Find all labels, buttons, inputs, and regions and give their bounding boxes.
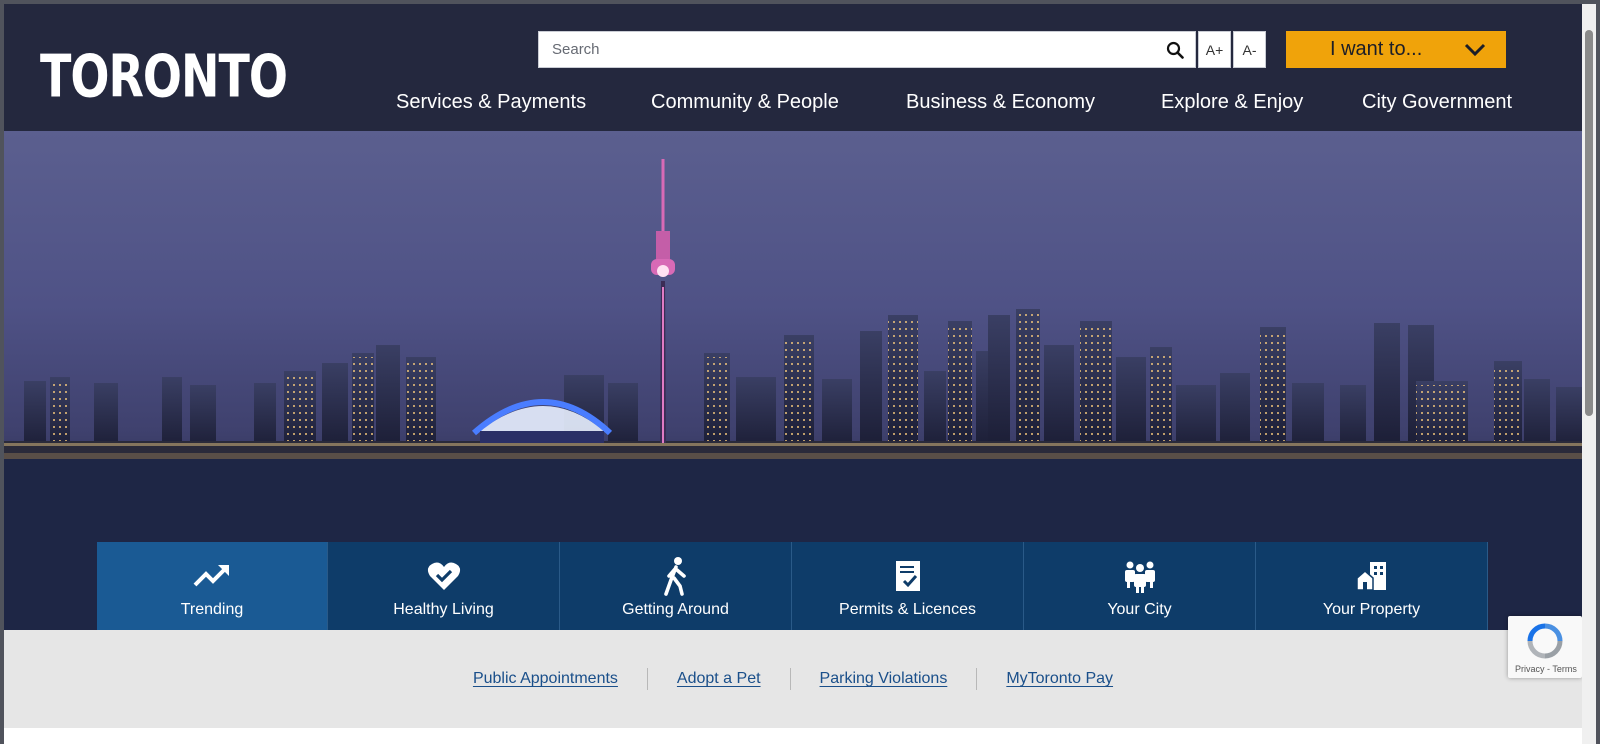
site-header: TORONTO A+ A- I want to... Services & Pa…	[4, 4, 1582, 131]
chevron-down-icon	[1464, 43, 1486, 57]
tab-label: Healthy Living	[393, 601, 494, 618]
tab-your-city[interactable]: Your City	[1024, 542, 1256, 630]
nav-city-government[interactable]: City Government	[1362, 84, 1512, 120]
tab-label: Getting Around	[622, 601, 729, 618]
scrollbar[interactable]	[1582, 4, 1596, 744]
recaptcha-badge[interactable]: Privacy - Terms	[1508, 616, 1582, 678]
tab-your-property[interactable]: Your Property	[1256, 542, 1488, 630]
house-building-icon	[1355, 556, 1388, 596]
tab-permits-licences[interactable]: Permits & Licences	[792, 542, 1024, 630]
quick-links-bar: Public Appointments Adopt a Pet Parking …	[4, 630, 1582, 728]
page-content	[4, 728, 1582, 744]
trending-icon	[193, 556, 231, 596]
quick-link-adopt-a-pet[interactable]: Adopt a Pet	[648, 670, 790, 688]
quick-link-mytoronto-pay[interactable]: MyToronto Pay	[977, 670, 1142, 688]
i-want-to-label: I want to...	[1330, 38, 1423, 60]
tab-label: Your City	[1107, 601, 1172, 618]
search-icon	[1166, 41, 1184, 59]
quick-links: Public Appointments Adopt a Pet Parking …	[4, 668, 1582, 690]
heart-check-icon	[427, 556, 461, 596]
search-input[interactable]	[539, 32, 1139, 67]
font-decrease-button[interactable]: A-	[1233, 31, 1266, 68]
recaptcha-terms[interactable]: Privacy - Terms	[1515, 664, 1577, 674]
tab-label: Permits & Licences	[839, 601, 976, 618]
nav-business-economy[interactable]: Business & Economy	[906, 84, 1095, 120]
tab-trending[interactable]: Trending	[97, 542, 328, 642]
i-want-to-button[interactable]: I want to...	[1286, 31, 1506, 68]
clipboard-check-icon	[895, 556, 921, 596]
tab-healthy-living[interactable]: Healthy Living	[328, 542, 560, 630]
quick-link-public-appointments[interactable]: Public Appointments	[444, 670, 647, 688]
font-increase-button[interactable]: A+	[1198, 31, 1231, 68]
tab-label: Your Property	[1322, 601, 1421, 618]
tab-label: Trending	[180, 601, 244, 618]
recaptcha-icon	[1527, 623, 1563, 659]
people-group-icon	[1123, 556, 1157, 596]
search-box	[538, 31, 1196, 68]
nav-explore-enjoy[interactable]: Explore & Enjoy	[1161, 84, 1303, 120]
walking-person-icon	[662, 556, 690, 596]
main-nav: Services & Payments Community & People B…	[4, 84, 1582, 120]
nav-services-payments[interactable]: Services & Payments	[396, 84, 586, 120]
category-tabs: Trending Healthy Living Getting Around P…	[97, 542, 1488, 642]
tab-getting-around[interactable]: Getting Around	[560, 542, 792, 630]
quick-link-parking-violations[interactable]: Parking Violations	[791, 670, 977, 688]
nav-community-people[interactable]: Community & People	[651, 84, 839, 120]
scrollbar-thumb[interactable]	[1585, 30, 1593, 416]
search-button[interactable]	[1155, 32, 1195, 67]
